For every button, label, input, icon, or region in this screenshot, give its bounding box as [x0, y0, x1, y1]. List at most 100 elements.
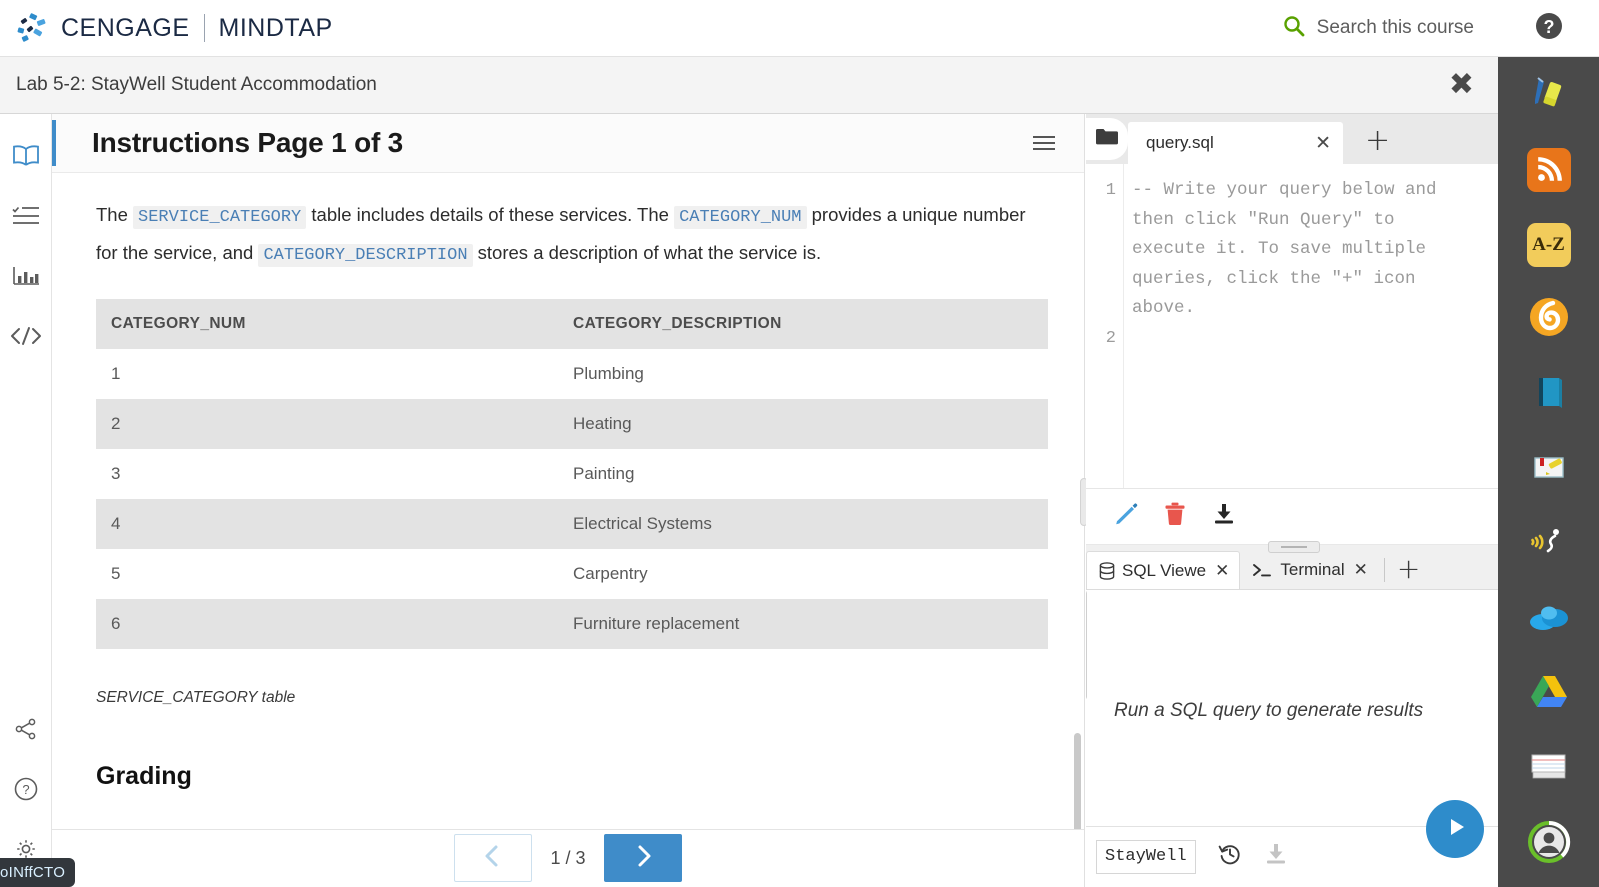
table-header-row: CATEGORY_NUM CATEGORY_DESCRIPTION	[96, 299, 1048, 349]
sidebar-item-book[interactable]	[0, 128, 52, 188]
previous-page-button[interactable]	[454, 834, 533, 882]
rss-icon	[1526, 147, 1571, 192]
trash-icon	[1164, 502, 1186, 530]
page-count: 1 / 3	[550, 847, 586, 868]
edit-pencil-button[interactable]	[1114, 502, 1138, 531]
tool-ebook[interactable]	[1498, 357, 1599, 432]
plus-icon[interactable]: +	[1397, 555, 1420, 583]
line-number: 2	[1105, 328, 1116, 348]
tool-annotate[interactable]	[1498, 432, 1599, 507]
cell-category-description: Furniture replacement	[558, 599, 1048, 649]
cell-category-num: 2	[96, 399, 558, 449]
search-icon	[1282, 14, 1306, 43]
tab-sql-viewer[interactable]: SQL Viewe ✕	[1086, 551, 1241, 589]
results-tab-label: SQL Viewe	[1122, 560, 1207, 580]
instructions-header: Instructions Page 1 of 3	[52, 114, 1084, 173]
service-category-table: CATEGORY_NUM CATEGORY_DESCRIPTION 1 Plum…	[96, 299, 1048, 649]
sidebar-item-share[interactable]	[0, 701, 52, 761]
help-button[interactable]: ?	[1498, 0, 1599, 57]
delete-button[interactable]	[1164, 502, 1186, 531]
para-text-1: The	[96, 204, 134, 225]
cell-category-description: Heating	[558, 399, 1048, 449]
para-text-4: stores a description of what the service…	[472, 242, 822, 263]
next-page-button[interactable]	[603, 834, 682, 882]
sidebar-item-help[interactable]: ?	[0, 761, 52, 821]
query-history-button[interactable]	[1218, 842, 1242, 871]
svg-text:?: ?	[1543, 17, 1554, 37]
sidebar-item-checklist[interactable]	[0, 188, 52, 248]
table-row: 3 Painting	[96, 449, 1048, 499]
table-row: 2 Heating	[96, 399, 1048, 449]
a-z-label: A-Z	[1532, 233, 1565, 255]
export-results-button[interactable]	[1264, 842, 1288, 871]
editor-code-text[interactable]: -- Write your query below and then click…	[1124, 164, 1498, 488]
sql-editor[interactable]: 1 2 -- Write your query below and then cl…	[1086, 164, 1498, 489]
table-row: 1 Plumbing	[96, 349, 1048, 399]
tool-onedrive[interactable]	[1498, 582, 1599, 657]
terminal-icon	[1252, 562, 1272, 578]
help-circle-icon: ?	[1533, 10, 1565, 47]
sidebar-item-progress[interactable]	[0, 248, 52, 308]
tab-terminal[interactable]: Terminal ✕	[1240, 551, 1378, 589]
close-icon[interactable]: ✕	[1215, 561, 1229, 581]
results-body: Run a SQL query to generate results	[1086, 590, 1498, 826]
tab-separator	[1383, 558, 1385, 582]
file-browser-button[interactable]	[1086, 118, 1128, 160]
cengage-logo[interactable]: CENGAGE MINDTAP	[0, 13, 333, 43]
close-icon[interactable]: ✕	[1354, 560, 1368, 580]
column-header-category-num: CATEGORY_NUM	[96, 299, 558, 349]
accent-bar	[52, 120, 56, 166]
close-icon[interactable]: ✕	[1291, 132, 1331, 154]
sql-ide-panel: query.sql ✕ + 1 2 -- Write your query bel…	[1086, 114, 1498, 887]
rail-bottom-group: ?	[0, 701, 52, 881]
tool-dictionary[interactable]: A-Z	[1498, 207, 1599, 282]
search-course-button[interactable]: Search this course	[1282, 14, 1498, 43]
instructions-heading: Instructions Page 1 of 3	[92, 127, 404, 158]
download-button[interactable]	[1212, 502, 1236, 531]
sidebar-item-code[interactable]	[0, 308, 52, 368]
left-icon-rail: ?	[0, 114, 52, 887]
bar-chart-icon	[12, 265, 40, 292]
svg-text:?: ?	[22, 782, 29, 797]
cell-category-num: 3	[111, 464, 121, 483]
tool-google-drive[interactable]	[1498, 657, 1599, 732]
blue-book-icon	[1527, 370, 1571, 419]
line-number: 1	[1105, 181, 1116, 200]
chevron-left-icon	[480, 843, 506, 874]
cell-category-description: Electrical Systems	[558, 499, 1048, 549]
tool-flashcards[interactable]	[1498, 732, 1599, 807]
hamburger-menu-icon[interactable]	[1033, 132, 1055, 154]
run-query-button[interactable]	[1426, 800, 1484, 858]
results-resize-grip[interactable]	[1268, 541, 1320, 553]
instructions-scrollbar[interactable]	[1074, 733, 1081, 829]
plus-icon[interactable]: +	[1365, 126, 1390, 156]
code-token-service-category: SERVICE_CATEGORY	[133, 206, 307, 229]
tool-bitly[interactable]	[1498, 282, 1599, 357]
download-icon	[1264, 844, 1288, 870]
rail-top-group	[0, 114, 51, 368]
question-circle-icon: ?	[13, 776, 39, 807]
tool-highlighter[interactable]	[1498, 57, 1599, 132]
google-drive-icon	[1529, 674, 1569, 715]
results-tab-bar: SQL Viewe ✕ Terminal ✕ +	[1086, 541, 1498, 590]
spiral-six-icon	[1527, 295, 1571, 344]
tool-read-aloud[interactable]	[1498, 507, 1599, 582]
instructions-body: The SERVICE_CATEGORY table includes deta…	[52, 173, 1084, 829]
app-root: CENGAGE MINDTAP Search this course ? Lab…	[0, 0, 1599, 887]
close-icon[interactable]: ✖	[1449, 70, 1474, 100]
cell-category-description: Plumbing	[573, 364, 644, 383]
cengage-spark-icon	[16, 13, 52, 43]
tool-rss[interactable]	[1498, 132, 1599, 207]
cell-category-description: Painting	[573, 464, 635, 483]
folder-icon	[1095, 127, 1119, 151]
results-scrollbar[interactable]	[1086, 590, 1087, 700]
tool-profile[interactable]	[1498, 807, 1599, 882]
grading-heading: Grading	[96, 762, 192, 790]
instructions-panel: Instructions Page 1 of 3 The SERVICE_CAT…	[52, 114, 1085, 887]
history-icon	[1218, 845, 1242, 870]
share-icon	[14, 717, 38, 746]
cloud-icon	[1527, 601, 1571, 638]
tools-dock: A-Z	[1498, 57, 1599, 887]
tab-query-sql[interactable]: query.sql ✕	[1128, 122, 1343, 164]
database-select[interactable]: StayWell	[1096, 839, 1196, 874]
